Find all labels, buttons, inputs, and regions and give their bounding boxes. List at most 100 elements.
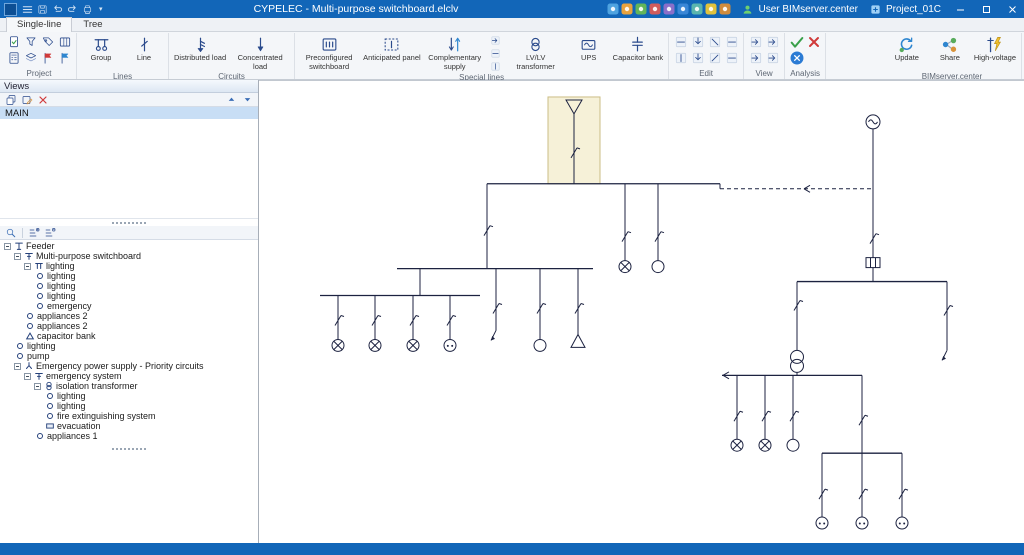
bim-flag-icon[interactable] bbox=[621, 3, 633, 15]
redo-icon[interactable] bbox=[65, 3, 79, 16]
update-button[interactable]: Update bbox=[886, 34, 928, 72]
gen-symbol[interactable] bbox=[866, 115, 880, 129]
view-text-icon[interactable] bbox=[764, 34, 781, 50]
expand-all-icon[interactable] bbox=[27, 227, 41, 239]
flag-blue-icon[interactable] bbox=[56, 50, 73, 66]
maximize-button[interactable] bbox=[974, 0, 998, 18]
meter-symbol[interactable] bbox=[866, 258, 880, 268]
tree-node[interactable]: Feeder bbox=[0, 241, 258, 251]
tree-node[interactable]: pump bbox=[0, 351, 258, 361]
minimize-button[interactable] bbox=[948, 0, 972, 18]
tree-node[interactable]: appliances 2 bbox=[0, 311, 258, 321]
cross-icon[interactable] bbox=[805, 34, 822, 50]
down-arrow-icon[interactable] bbox=[240, 94, 254, 106]
funnel-icon[interactable] bbox=[22, 34, 39, 50]
distributed-load-button[interactable]: Distributed load bbox=[172, 34, 228, 72]
app-icon[interactable] bbox=[4, 3, 17, 16]
preconfigured-switchboard-button[interactable]: Preconfigured switchboard bbox=[298, 34, 360, 72]
ups-button[interactable]: UPS bbox=[568, 34, 610, 72]
collapse-toggle-icon[interactable] bbox=[14, 253, 21, 260]
tree-node[interactable]: lighting bbox=[0, 291, 258, 301]
tree-node[interactable]: appliances 2 bbox=[0, 321, 258, 331]
tree-node[interactable]: capacitor bank bbox=[0, 331, 258, 341]
circle-symbol[interactable] bbox=[787, 439, 799, 451]
tree-node[interactable]: Emergency power supply - Priority circui… bbox=[0, 361, 258, 371]
tree-node[interactable]: lighting bbox=[0, 401, 258, 411]
edit-rotate-icon[interactable] bbox=[723, 34, 740, 50]
quick-access-caret-icon[interactable]: ▾ bbox=[97, 5, 105, 13]
bim-search-icon[interactable] bbox=[635, 3, 647, 15]
collapse-toggle-icon[interactable] bbox=[24, 263, 31, 270]
diagram-canvas[interactable] bbox=[259, 80, 1024, 543]
collapse-toggle-icon[interactable] bbox=[14, 363, 21, 370]
edit-move-icon[interactable] bbox=[672, 34, 689, 50]
share-button[interactable]: Share bbox=[929, 34, 971, 72]
edit-raise-icon[interactable] bbox=[706, 50, 723, 66]
lamp-symbol[interactable] bbox=[759, 439, 771, 451]
socket-symbol[interactable] bbox=[896, 517, 908, 529]
collapse-toggle-icon[interactable] bbox=[34, 383, 41, 390]
user-chip[interactable]: User BIMserver.center bbox=[737, 0, 862, 18]
bim-alert-icon[interactable] bbox=[649, 3, 661, 15]
circle-x-icon[interactable] bbox=[788, 50, 805, 66]
complementary-supply-button[interactable]: Complementary supply bbox=[424, 34, 486, 72]
bim-download-icon[interactable] bbox=[719, 3, 731, 15]
anticipated-panel-button[interactable]: Anticipated panel bbox=[361, 34, 423, 72]
edit-copy-icon[interactable] bbox=[689, 34, 706, 50]
mini-supply-1-icon[interactable] bbox=[487, 34, 504, 47]
save-icon[interactable] bbox=[35, 3, 49, 16]
mini-supply-2-icon[interactable] bbox=[487, 47, 504, 60]
circle-symbol[interactable] bbox=[652, 261, 664, 273]
tri-symbol[interactable] bbox=[571, 334, 585, 347]
tag-icon[interactable] bbox=[39, 34, 56, 50]
view-zoom-icon[interactable] bbox=[747, 34, 764, 50]
collapse-all-icon[interactable] bbox=[43, 227, 57, 239]
arrow-symbol[interactable] bbox=[491, 330, 496, 340]
high-voltage-button[interactable]: High-voltage bbox=[972, 34, 1018, 72]
capacitor-bank-button[interactable]: Capacitor bank bbox=[611, 34, 665, 72]
tree-node[interactable]: fire extinguishing system bbox=[0, 411, 258, 421]
tree-node[interactable]: emergency system bbox=[0, 371, 258, 381]
tab-single-line[interactable]: Single-line bbox=[6, 17, 72, 32]
lamp-symbol[interactable] bbox=[332, 339, 344, 351]
socket-symbol[interactable] bbox=[816, 517, 828, 529]
tree-node[interactable]: lighting bbox=[0, 281, 258, 291]
lv-lv-transformer-button[interactable]: LV/LV transformer bbox=[505, 34, 567, 72]
line-button[interactable]: Line bbox=[123, 34, 165, 72]
panel-splitter[interactable] bbox=[0, 219, 258, 226]
tree-node[interactable]: evacuation bbox=[0, 421, 258, 431]
breaker-symbols[interactable] bbox=[335, 148, 953, 499]
diagram-wiring[interactable] bbox=[320, 114, 947, 517]
columns-icon[interactable] bbox=[56, 34, 73, 50]
up-arrow-icon[interactable] bbox=[224, 94, 238, 106]
tree-node[interactable]: lighting bbox=[0, 341, 258, 351]
menu-icon[interactable] bbox=[20, 3, 34, 16]
print-icon[interactable] bbox=[80, 3, 94, 16]
socket-symbol[interactable] bbox=[856, 517, 868, 529]
mini-supply-3-icon[interactable] bbox=[487, 60, 504, 73]
layers-icon[interactable] bbox=[22, 50, 39, 66]
edit-delete-icon[interactable] bbox=[706, 34, 723, 50]
delete-view-icon[interactable] bbox=[36, 94, 50, 106]
lamp-symbol[interactable] bbox=[369, 339, 381, 351]
bim-sync-icon[interactable] bbox=[607, 3, 619, 15]
view-item[interactable]: MAIN bbox=[0, 107, 258, 119]
lamp-symbol[interactable] bbox=[731, 439, 743, 451]
lamp-symbol[interactable] bbox=[407, 339, 419, 351]
copy-view-icon[interactable] bbox=[4, 94, 18, 106]
bim-chat-icon[interactable] bbox=[691, 3, 703, 15]
arrow-symbol[interactable] bbox=[942, 350, 947, 360]
edit-info-icon[interactable] bbox=[672, 50, 689, 66]
collapse-toggle-icon[interactable] bbox=[24, 373, 31, 380]
group-button[interactable]: Group bbox=[80, 34, 122, 72]
calculator-icon[interactable] bbox=[5, 50, 22, 66]
document-check-icon[interactable] bbox=[5, 34, 22, 50]
flag-red-icon[interactable] bbox=[39, 50, 56, 66]
edit-lower-icon[interactable] bbox=[723, 50, 740, 66]
socket-symbol[interactable] bbox=[444, 339, 456, 351]
tree-node[interactable]: emergency bbox=[0, 301, 258, 311]
panel-splitter-bottom[interactable] bbox=[0, 445, 258, 452]
circle-symbol[interactable] bbox=[534, 339, 546, 351]
tree-node[interactable]: lighting bbox=[0, 391, 258, 401]
project-chip[interactable]: Project_01C bbox=[865, 0, 946, 18]
